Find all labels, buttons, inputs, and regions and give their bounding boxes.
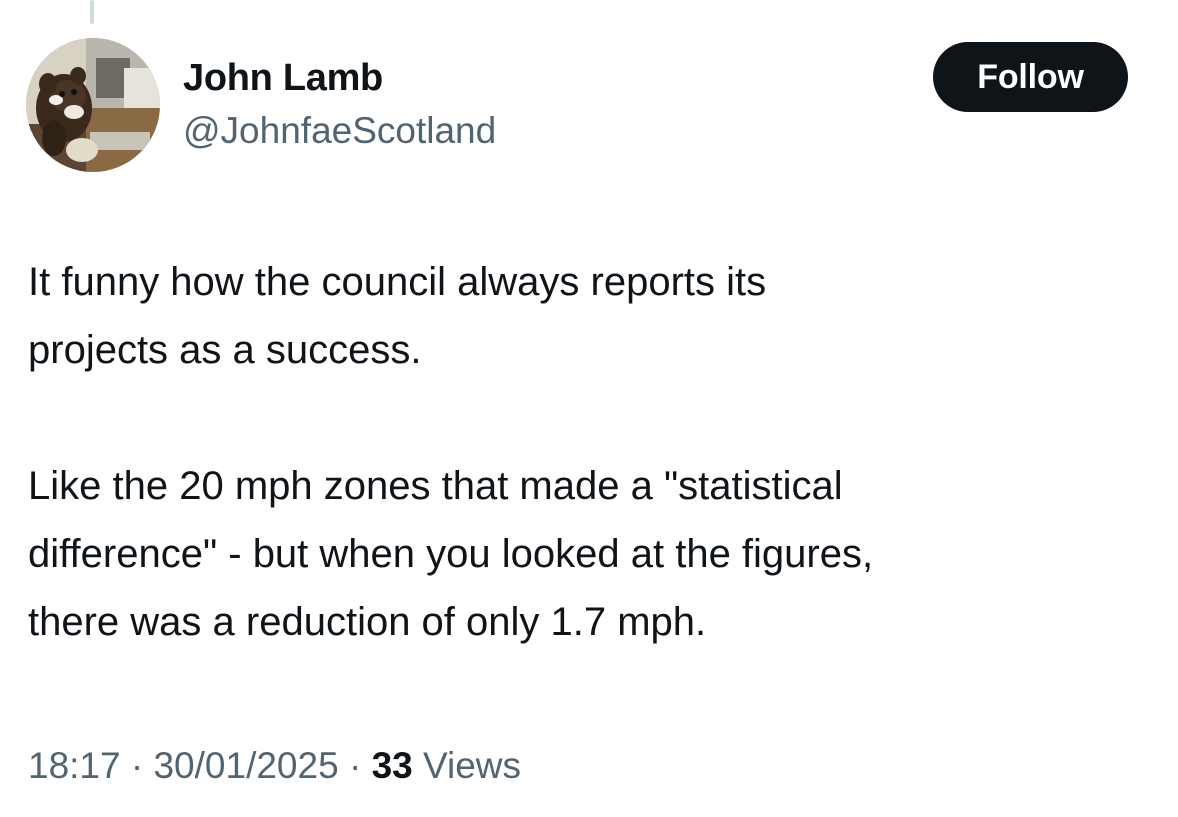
avatar[interactable] (26, 38, 160, 172)
profile-photo-icon (26, 38, 160, 172)
tweet-line: Like the 20 mph zones that made a "stati… (28, 464, 843, 508)
tweet-line: there was a reduction of only 1.7 mph. (28, 600, 707, 644)
views-count: 33 (371, 745, 413, 786)
tweet-meta: 18:17 · 30/01/2025 · 33 Views (28, 740, 521, 792)
tweet-line: difference" - but when you looked at the… (28, 532, 874, 576)
tweet-paragraph: Like the 20 mph zones that made a "stati… (28, 452, 1158, 656)
tweet-text: It funny how the council always reports … (28, 248, 1158, 656)
views-label: Views (412, 745, 522, 786)
author-display-name[interactable]: John Lamb (183, 53, 383, 103)
tweet-date[interactable]: 30/01/2025 (153, 745, 338, 786)
follow-button[interactable]: Follow (933, 42, 1128, 112)
author-handle[interactable]: @JohnfaeScotland (183, 106, 496, 156)
tweet-paragraph: It funny how the council always reports … (28, 248, 1158, 384)
thread-connector-line (90, 0, 94, 24)
meta-separator: · (338, 745, 372, 786)
tweet-line: projects as a success. (28, 328, 422, 372)
tweet-time[interactable]: 18:17 (28, 745, 121, 786)
tweet-line: It funny how the council always reports … (28, 260, 767, 304)
meta-separator: · (120, 745, 154, 786)
